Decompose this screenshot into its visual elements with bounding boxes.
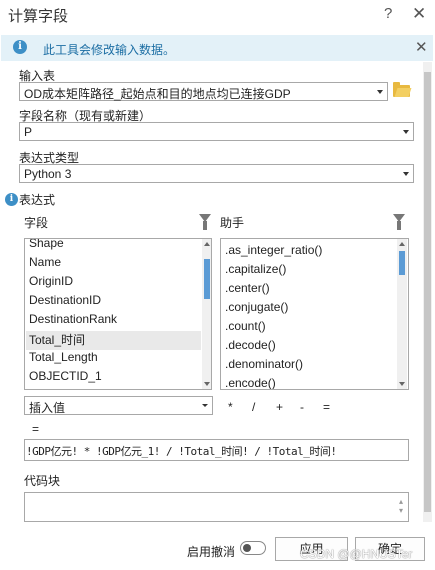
scroll-up-icon[interactable] — [204, 242, 210, 246]
helpers-scrollbar[interactable] — [397, 239, 407, 389]
chevron-down-icon — [403, 172, 409, 176]
title-bar: 计算字段 ? ✕ — [0, 0, 435, 30]
list-item[interactable]: Shape — [29, 239, 64, 255]
scrollbar-thumb[interactable] — [204, 259, 210, 299]
list-item[interactable]: Name — [29, 255, 61, 274]
list-item[interactable]: .denominator() — [225, 357, 303, 376]
info-icon: i — [5, 193, 18, 206]
watermark-text: CSDN @@HNUSTer — [300, 547, 413, 561]
info-banner: i 此工具会修改输入数据。 ✕ — [1, 35, 433, 61]
list-item[interactable]: Total_Length — [29, 350, 98, 369]
code-block-label: 代码块 — [24, 474, 61, 488]
info-message: 此工具会修改输入数据。 — [43, 43, 176, 57]
list-item[interactable]: OriginID — [29, 274, 73, 293]
list-item[interactable]: .encode() — [225, 376, 276, 389]
scroll-up-icon[interactable] — [399, 242, 405, 246]
enable-undo-label: 启用撤消 — [187, 545, 236, 559]
window-title: 计算字段 — [8, 8, 69, 25]
list-item[interactable]: .as_integer_ratio() — [225, 243, 322, 262]
chevron-down-icon — [403, 130, 409, 134]
expression-prefix: = — [32, 422, 40, 436]
expression-input[interactable]: !GDP亿元! * !GDP亿元_1! / !Total_时间! / !Tota… — [24, 439, 409, 461]
expression-type-select[interactable]: Python 3 — [19, 164, 414, 183]
list-item[interactable]: .decode() — [225, 338, 276, 357]
help-button[interactable]: ? — [384, 5, 392, 22]
close-button[interactable]: ✕ — [412, 4, 426, 24]
operator-divide-button[interactable]: / — [252, 400, 255, 414]
list-item[interactable]: DestinationRank — [29, 312, 117, 331]
toggle-knob — [243, 544, 251, 552]
fields-list[interactable]: Shape Name OriginID DestinationID Destin… — [24, 238, 212, 390]
list-item[interactable]: .center() — [225, 281, 270, 300]
fields-scrollbar[interactable] — [202, 239, 211, 389]
chevron-down-icon — [202, 404, 208, 407]
list-item[interactable]: .capitalize() — [225, 262, 286, 281]
code-block-input[interactable]: ▴ ▾ — [24, 492, 409, 522]
operator-minus-button[interactable]: - — [300, 400, 304, 414]
dismiss-info-button[interactable]: ✕ — [415, 38, 428, 56]
helpers-label: 助手 — [220, 216, 245, 230]
filter-icon[interactable] — [393, 214, 405, 230]
insert-value-label: 插入值 — [29, 401, 66, 415]
list-item[interactable]: OBJECTID_1 — [29, 369, 102, 388]
operator-plus-button[interactable]: + — [276, 400, 283, 414]
helpers-list[interactable]: .as_integer_ratio() .capitalize() .cente… — [220, 238, 409, 390]
list-item-selected[interactable]: Total_时间 — [26, 331, 201, 350]
expression-text: !GDP亿元! * !GDP亿元_1! / !Total_时间! / !Tota… — [26, 445, 337, 458]
field-name-select[interactable]: P — [19, 122, 414, 141]
list-item[interactable]: .conjugate() — [225, 300, 288, 319]
scrollbar-thumb[interactable] — [399, 251, 405, 275]
filter-icon[interactable] — [199, 214, 211, 230]
operator-multiply-button[interactable]: * — [228, 400, 233, 414]
chevron-down-icon — [377, 90, 383, 94]
list-item[interactable]: DestinationID — [29, 293, 101, 312]
dialog-scrollbar-thumb[interactable] — [424, 72, 431, 512]
input-table-select[interactable]: OD成本矩阵路径_起始点和目的地点均已连接GDP — [19, 82, 388, 101]
field-name-value: P — [24, 125, 33, 139]
dialog-scrollbar[interactable] — [423, 62, 432, 522]
scroll-down-icon[interactable] — [399, 382, 405, 386]
scroll-down-icon[interactable] — [204, 382, 210, 386]
resize-handle-icon[interactable]: ▴ ▾ — [397, 497, 405, 517]
list-item[interactable]: .count() — [225, 319, 266, 338]
fields-label: 字段 — [24, 216, 49, 230]
expression-type-value: Python 3 — [24, 167, 72, 181]
enable-undo-toggle[interactable] — [240, 541, 266, 555]
expression-label: 表达式 — [19, 193, 56, 207]
operator-equals-button[interactable]: = — [323, 400, 330, 414]
folder-icon[interactable] — [393, 82, 410, 97]
insert-value-select[interactable]: 插入值 — [24, 396, 213, 415]
info-icon: i — [13, 40, 27, 54]
input-table-value: OD成本矩阵路径_起始点和目的地点均已连接GDP — [24, 87, 291, 101]
